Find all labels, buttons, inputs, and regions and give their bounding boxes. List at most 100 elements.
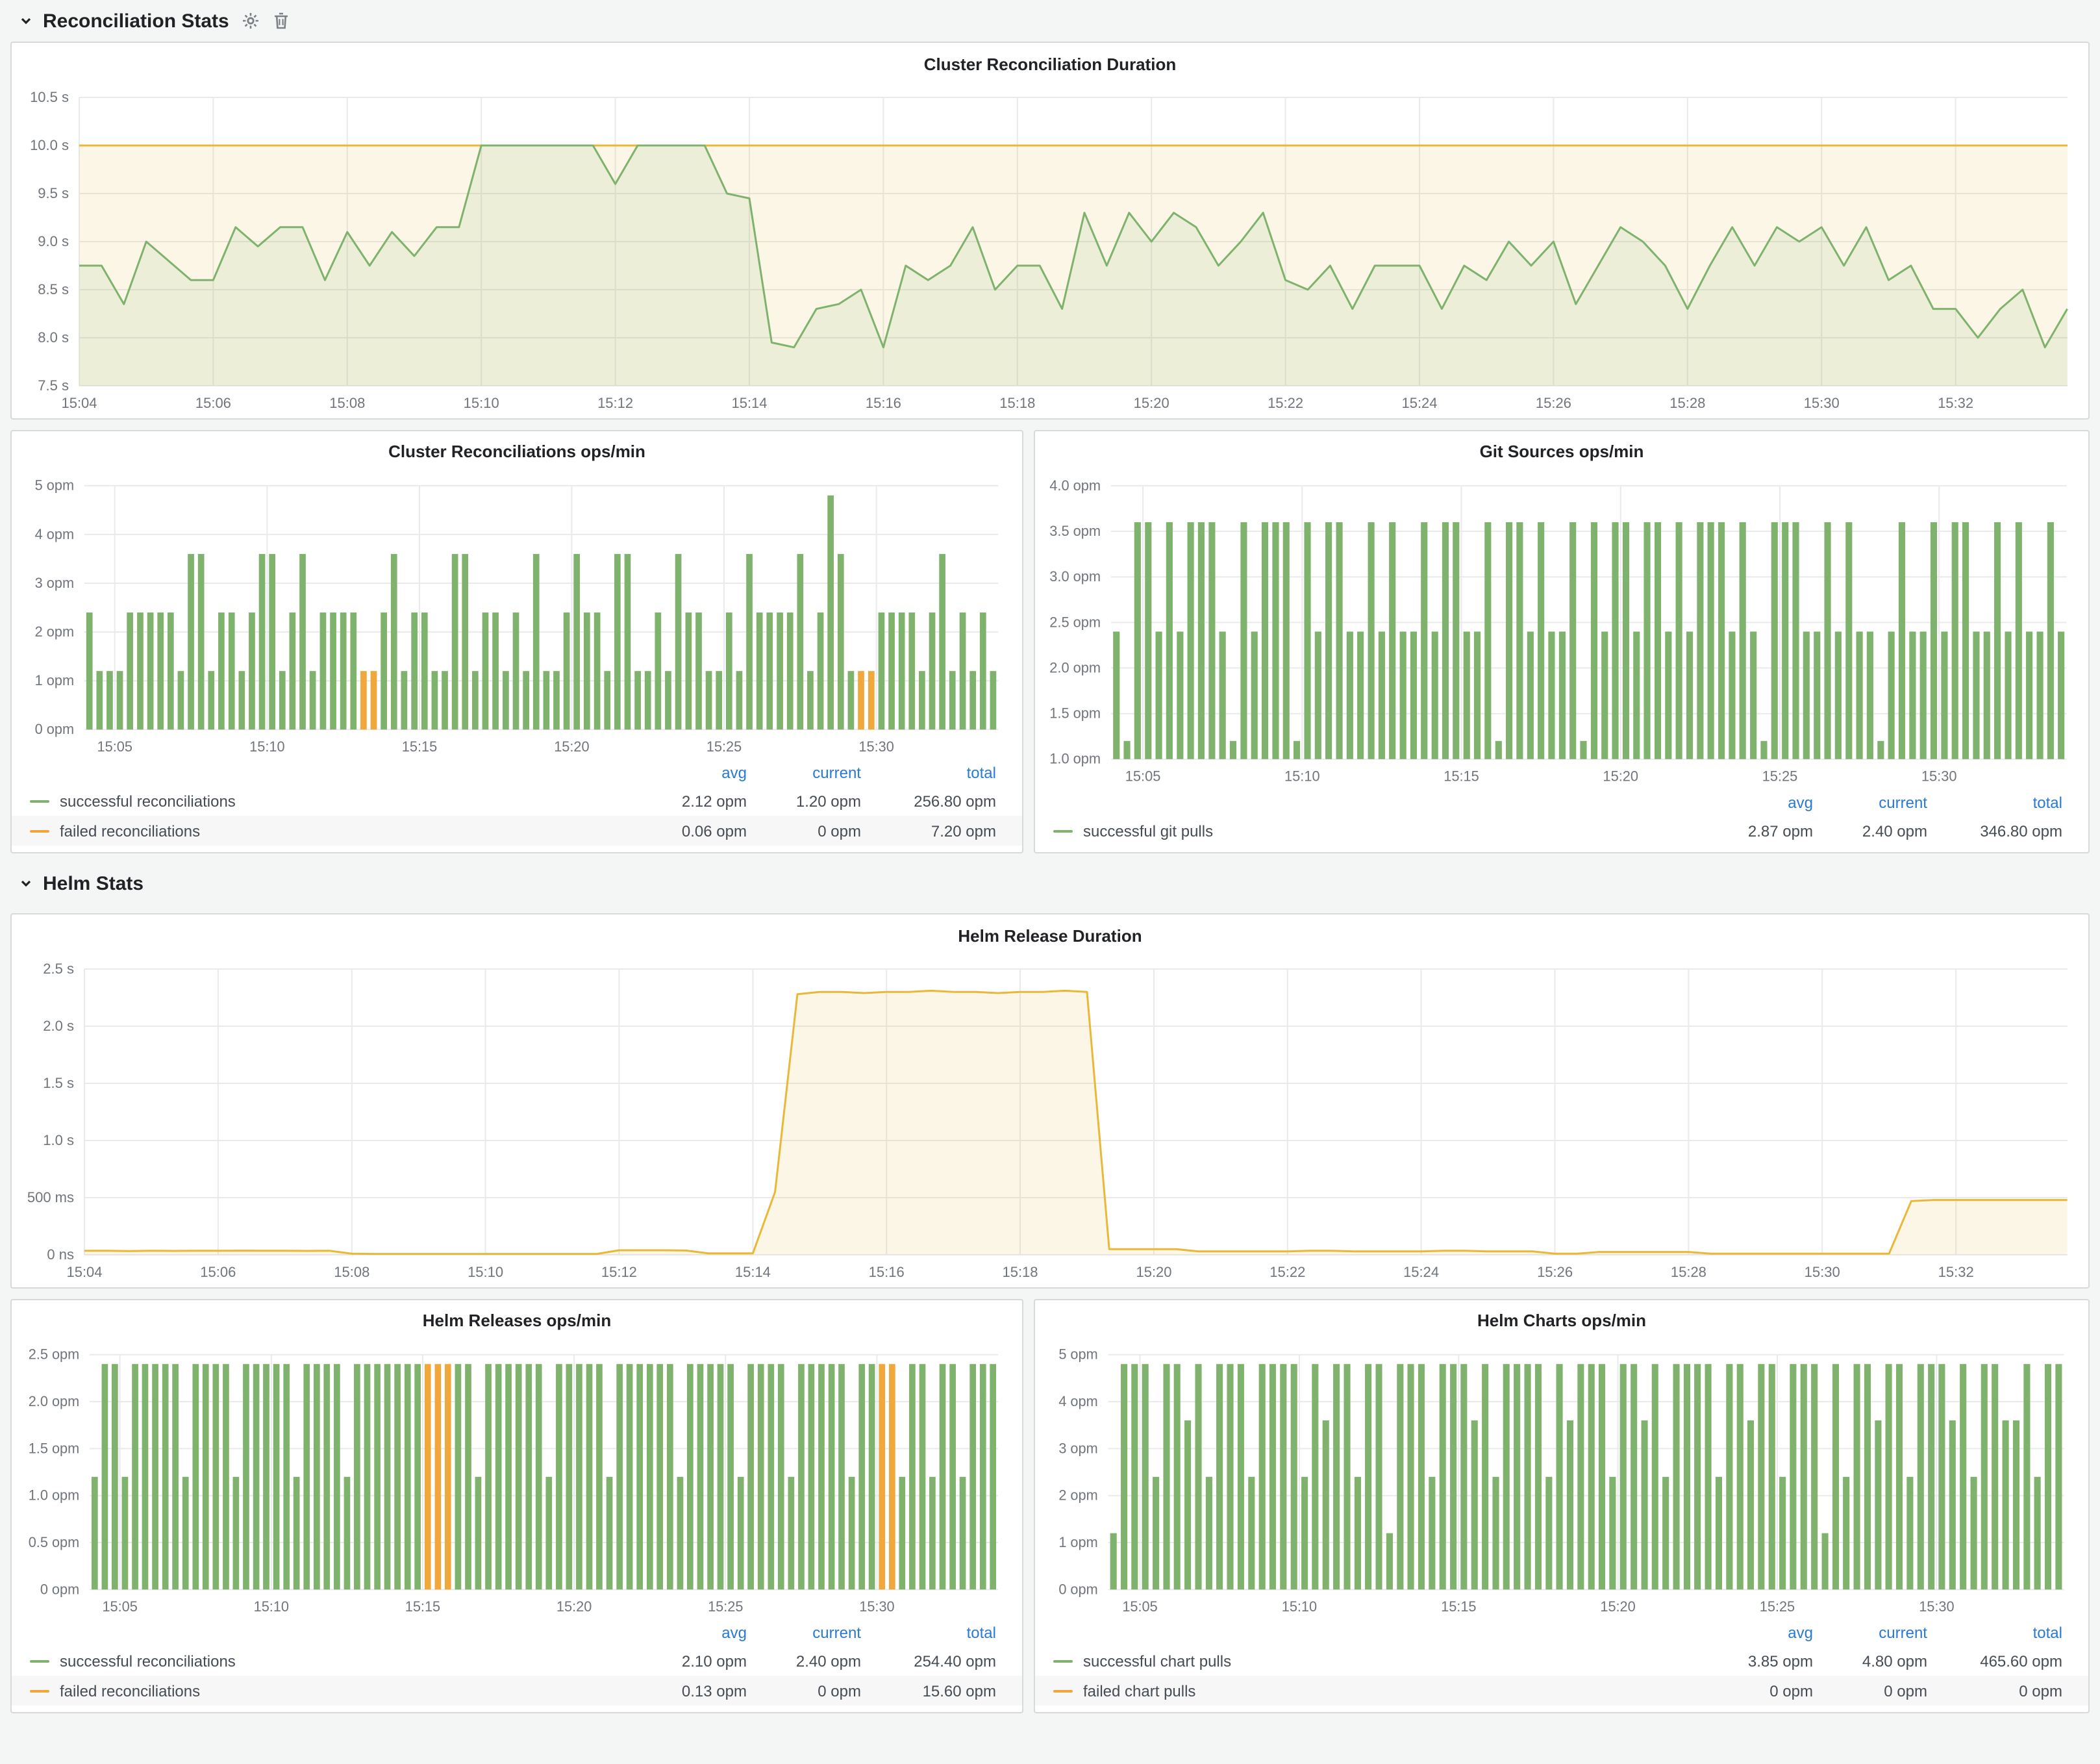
svg-text:15:05: 15:05 bbox=[1122, 1598, 1157, 1614]
legend-series-toggle[interactable]: failed reconciliations bbox=[60, 1682, 612, 1700]
panel-title[interactable]: Helm Charts ops/min bbox=[1477, 1311, 1646, 1331]
git-sources-ops-chart[interactable]: 1.0 opm1.5 opm2.0 opm2.5 opm3.0 opm3.5 o… bbox=[1035, 473, 2088, 790]
row-title: Reconciliation Stats bbox=[43, 10, 229, 32]
legend-sort-avg[interactable]: avg bbox=[1678, 1624, 1813, 1642]
svg-text:15:05: 15:05 bbox=[102, 1598, 137, 1614]
row-collapse-toggle[interactable]: Helm Stats bbox=[18, 872, 144, 894]
legend-series-toggle[interactable]: failed reconciliations bbox=[60, 822, 612, 840]
cluster-reconciliations-ops-chart[interactable]: 0 opm1 opm2 opm3 opm4 opm5 opm15:0515:10… bbox=[12, 472, 1022, 760]
legend-series-toggle[interactable]: successful git pulls bbox=[1083, 822, 1678, 840]
row-title: Helm Stats bbox=[43, 872, 144, 894]
legend-value-current: 0 opm bbox=[747, 1682, 861, 1700]
row-collapse-toggle[interactable]: Reconciliation Stats bbox=[18, 10, 229, 32]
svg-text:9.0 s: 9.0 s bbox=[38, 233, 69, 249]
svg-text:1.0 opm: 1.0 opm bbox=[1049, 750, 1101, 766]
legend-series-toggle[interactable]: failed chart pulls bbox=[1083, 1682, 1678, 1700]
legend-sort-total[interactable]: total bbox=[1927, 1624, 2062, 1642]
svg-text:15:18: 15:18 bbox=[999, 395, 1035, 411]
svg-text:15:30: 15:30 bbox=[1805, 1264, 1840, 1280]
svg-text:15:32: 15:32 bbox=[1938, 1264, 1974, 1280]
helm-releases-ops-chart[interactable]: 0 opm0.5 opm1.0 opm1.5 opm2.0 opm2.5 opm… bbox=[12, 1341, 1022, 1620]
svg-text:15:06: 15:06 bbox=[200, 1264, 236, 1280]
panel-helm-releases-ops: Helm Releases ops/min 0 opm 0.5 opm 1.0 opm… bbox=[10, 1299, 1023, 1713]
legend-value-current: 0 opm bbox=[747, 822, 861, 840]
legend-value-current: 2.40 opm bbox=[1813, 822, 1927, 840]
svg-text:3.5 opm: 3.5 opm bbox=[1049, 522, 1101, 538]
series-color-swatch bbox=[1053, 1659, 1073, 1662]
legend-series-toggle[interactable]: successful chart pulls bbox=[1083, 1652, 1678, 1670]
panel-cluster-reconciliation-duration: Cluster Reconciliation Duration7.5 s8.0 … bbox=[10, 42, 2090, 420]
series-color-swatch bbox=[30, 829, 49, 832]
svg-text:15:30: 15:30 bbox=[1921, 768, 1957, 784]
series-color-swatch bbox=[30, 1689, 49, 1692]
panel-git-sources-ops: Git Sources ops/min 1.0 opm1.5 opm2.0 opm… bbox=[1034, 430, 2090, 853]
legend: avgcurrenttotal successful git pulls2.87 … bbox=[1035, 790, 2088, 852]
svg-text:15:20: 15:20 bbox=[1603, 768, 1638, 784]
legend-value-total: 15.60 opm bbox=[861, 1682, 996, 1700]
svg-text:3 opm: 3 opm bbox=[1058, 1440, 1097, 1456]
panel-title[interactable]: Git Sources ops/min bbox=[1480, 442, 1644, 462]
legend-sort-total[interactable]: total bbox=[861, 764, 996, 782]
series-color-swatch bbox=[1053, 829, 1073, 832]
helm-charts-ops-chart[interactable]: 0 opm1 opm2 opm3 opm4 opm5 opm15:0515:10… bbox=[1035, 1341, 2088, 1620]
legend-value-avg: 2.87 opm bbox=[1678, 822, 1813, 840]
legend-row: successful git pulls2.87 opm2.40 opm346.… bbox=[1035, 816, 2088, 846]
panel-title[interactable]: Helm Release Duration bbox=[958, 926, 1142, 945]
svg-text:15:05: 15:05 bbox=[1125, 768, 1161, 784]
svg-text:0.5 opm: 0.5 opm bbox=[29, 1533, 79, 1550]
svg-text:15:24: 15:24 bbox=[1403, 1264, 1439, 1280]
legend-value-avg: 2.12 opm bbox=[612, 792, 747, 810]
svg-text:3 opm: 3 opm bbox=[35, 574, 74, 590]
svg-text:15:04: 15:04 bbox=[66, 1264, 102, 1280]
panel-title[interactable]: Cluster Reconciliations ops/min bbox=[388, 442, 645, 462]
svg-text:2 opm: 2 opm bbox=[1058, 1487, 1097, 1503]
svg-text:15:26: 15:26 bbox=[1537, 1264, 1573, 1280]
svg-text:2.0 s: 2.0 s bbox=[43, 1018, 74, 1034]
cluster-reconciliation-duration-chart[interactable]: 7.5 s8.0 s8.5 s9.0 s9.5 s10.0 s10.5 s15:… bbox=[12, 84, 2088, 417]
svg-text:15:30: 15:30 bbox=[859, 1598, 894, 1614]
svg-text:15:16: 15:16 bbox=[869, 1264, 905, 1280]
svg-text:7.5 s: 7.5 s bbox=[38, 377, 69, 394]
legend-sort-total[interactable]: total bbox=[861, 1624, 996, 1642]
chevron-down-icon bbox=[18, 876, 34, 891]
svg-text:15:16: 15:16 bbox=[866, 395, 901, 411]
gear-icon[interactable] bbox=[242, 12, 260, 30]
trash-icon[interactable] bbox=[273, 12, 290, 30]
svg-text:3.0 opm: 3.0 opm bbox=[1049, 568, 1101, 585]
legend: avgcurrenttotal successful reconciliation… bbox=[12, 1620, 1022, 1712]
svg-text:9.5 s: 9.5 s bbox=[38, 185, 69, 201]
svg-text:15:10: 15:10 bbox=[1282, 1598, 1317, 1614]
svg-text:10.0 s: 10.0 s bbox=[30, 137, 69, 153]
legend-sort-total[interactable]: total bbox=[1927, 794, 2062, 812]
legend-value-total: 254.40 opm bbox=[861, 1652, 996, 1670]
svg-text:0 opm: 0 opm bbox=[35, 720, 74, 737]
panel-helm-release-duration: Helm Release Duration0 ns500 ms1.0 s1.5 … bbox=[10, 913, 2090, 1289]
legend-sort-current[interactable]: current bbox=[747, 764, 861, 782]
legend-sort-avg[interactable]: avg bbox=[612, 764, 747, 782]
svg-text:15:25: 15:25 bbox=[1762, 768, 1798, 784]
svg-text:15:15: 15:15 bbox=[1444, 768, 1479, 784]
legend-sort-avg[interactable]: avg bbox=[612, 1624, 747, 1642]
legend-value-avg: 0 opm bbox=[1678, 1682, 1813, 1700]
svg-text:2.5 s: 2.5 s bbox=[43, 961, 74, 977]
panel-title[interactable]: Cluster Reconciliation Duration bbox=[924, 54, 1177, 73]
panel-title[interactable]: Helm Releases ops/min bbox=[423, 1311, 611, 1331]
svg-text:15:15: 15:15 bbox=[405, 1598, 440, 1614]
svg-text:15:32: 15:32 bbox=[1938, 395, 1973, 411]
legend-sort-current[interactable]: current bbox=[747, 1624, 861, 1642]
legend-value-total: 7.20 opm bbox=[861, 822, 996, 840]
legend-series-toggle[interactable]: successful reconciliations bbox=[60, 792, 612, 810]
legend-value-total: 0 opm bbox=[1927, 1682, 2062, 1700]
svg-text:10.5 s: 10.5 s bbox=[30, 89, 69, 105]
legend-sort-current[interactable]: current bbox=[1813, 794, 1927, 812]
legend-sort-current[interactable]: current bbox=[1813, 1624, 1927, 1642]
svg-text:15:24: 15:24 bbox=[1401, 395, 1437, 411]
legend-series-toggle[interactable]: successful reconciliations bbox=[60, 1652, 612, 1670]
svg-text:1.0 opm: 1.0 opm bbox=[29, 1487, 79, 1503]
legend-value-total: 465.60 opm bbox=[1927, 1652, 2062, 1670]
panel-helm-charts-ops: Helm Charts ops/min0 opm1 opm2 opm3 opm4… bbox=[1034, 1299, 2090, 1713]
svg-text:15:20: 15:20 bbox=[556, 1598, 592, 1614]
helm-release-duration-chart[interactable]: 0 ns500 ms1.0 s1.5 s2.0 s2.5 s15:0415:06… bbox=[12, 956, 2088, 1286]
legend-sort-avg[interactable]: avg bbox=[1678, 794, 1813, 812]
svg-text:8.5 s: 8.5 s bbox=[38, 281, 69, 297]
